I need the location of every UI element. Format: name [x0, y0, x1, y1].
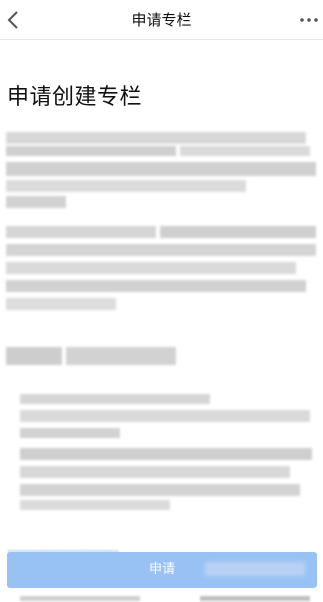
redacted-button-overlay	[205, 556, 315, 584]
redacted-subheading	[0, 343, 200, 371]
page-title: 申请专栏	[131, 11, 192, 29]
chevron-left-icon	[4, 6, 24, 34]
more-dots-icon	[297, 17, 323, 36]
more-button[interactable]	[297, 8, 323, 32]
redacted-bottom-strip	[0, 596, 323, 602]
nav-bar: 申请专栏	[0, 0, 323, 40]
footer: ▒▒▒▒▒▒▒▒▒▒▒▒ 申请	[0, 538, 323, 602]
redacted-paragraph-1	[0, 128, 323, 214]
back-button[interactable]	[4, 6, 24, 34]
redacted-list	[0, 390, 323, 514]
redacted-paragraph-2	[0, 222, 323, 318]
section-heading: 申请创建专栏	[7, 85, 143, 110]
